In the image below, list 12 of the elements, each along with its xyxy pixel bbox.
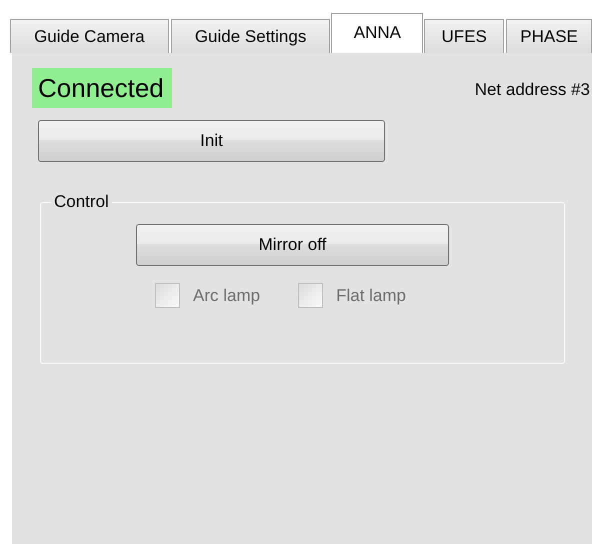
checkbox-label: Flat lamp bbox=[336, 286, 406, 306]
tab[interactable]: Guide Camera bbox=[10, 19, 169, 53]
tab[interactable]: ANNA bbox=[331, 13, 424, 53]
net-address: Net address #3 bbox=[474, 80, 590, 100]
connection-status: Connected bbox=[32, 68, 172, 108]
group-title: Control bbox=[53, 192, 110, 212]
tab[interactable]: PHASE bbox=[506, 19, 592, 53]
tab[interactable]: Guide Settings bbox=[170, 19, 330, 53]
tab[interactable]: UFES bbox=[424, 19, 504, 53]
init-button[interactable]: Init bbox=[38, 120, 385, 162]
mirror-off-button[interactable]: Mirror off bbox=[136, 224, 449, 266]
checkbox-label: Arc lamp bbox=[193, 286, 260, 306]
